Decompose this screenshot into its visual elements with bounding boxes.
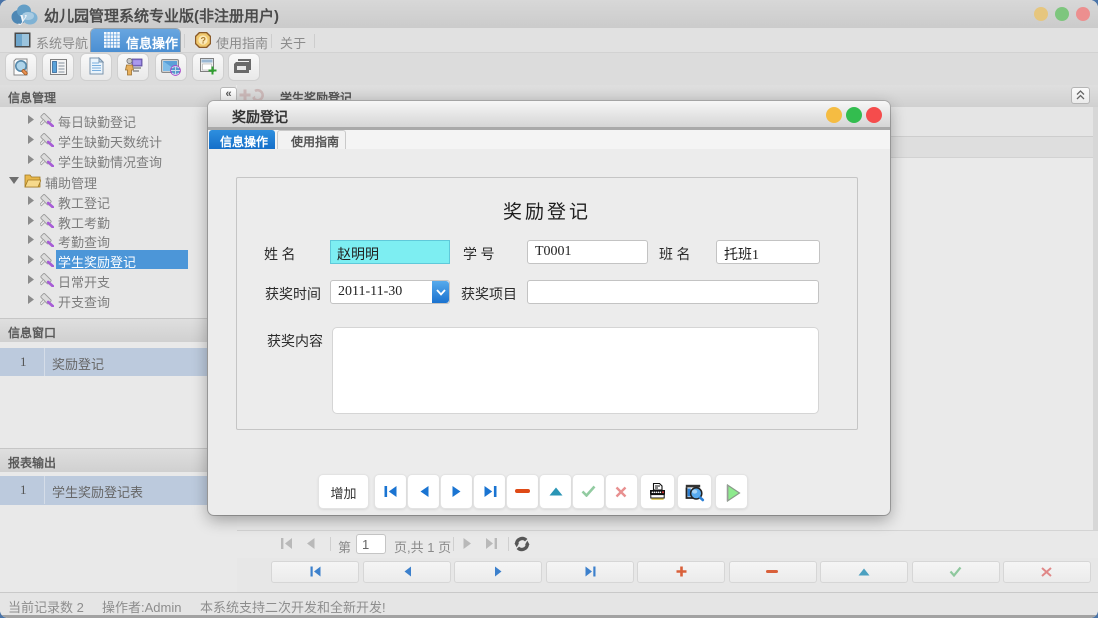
svg-text:?: ? xyxy=(201,36,207,46)
svg-text:y: y xyxy=(18,10,27,26)
